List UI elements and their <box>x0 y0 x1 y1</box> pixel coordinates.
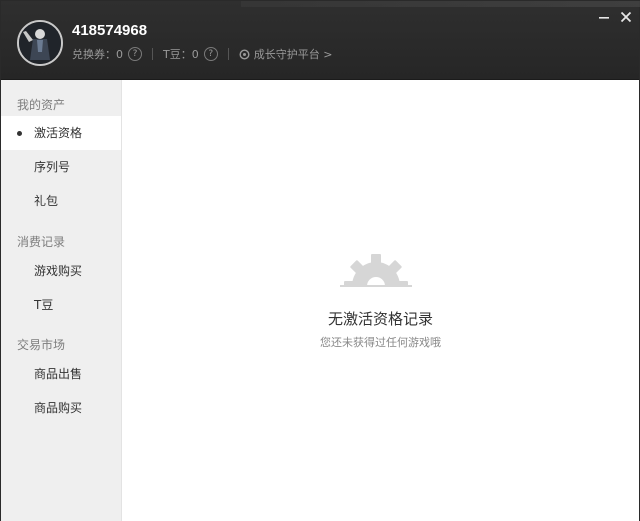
sidebar-item-label: T豆 <box>34 298 54 312</box>
sidebar-item-label: 商品购买 <box>34 401 83 415</box>
sidebar-item-label: 游戏购买 <box>34 264 83 278</box>
sidebar-item-tdou[interactable]: T豆 <box>1 288 121 322</box>
sidebar-item-label: 激活资格 <box>34 126 83 140</box>
empty-state-title: 无激活资格记录 <box>327 310 433 328</box>
sidebar-item-label: 礼包 <box>34 194 59 208</box>
main-content: 无激活资格记录 您还未获得过任何游戏哦 <box>122 80 639 521</box>
stats-row: 兑换券：0 ? T豆：0 ? 成长守护平台 > <box>72 47 332 61</box>
sidebar-item-label: 序列号 <box>34 160 71 174</box>
group-title-assets: 我的资产 <box>17 98 66 112</box>
active-bullet-icon <box>17 131 22 136</box>
group-title-market: 交易市场 <box>17 338 66 352</box>
tdou-stat: T豆：0 ? <box>163 46 218 62</box>
growth-link[interactable]: 成长守护平台 > <box>239 46 333 62</box>
guard-icon <box>239 48 250 60</box>
close-icon[interactable] <box>619 10 633 24</box>
coupon-help-icon[interactable]: ? <box>128 47 142 61</box>
sidebar-item-gift[interactable]: 礼包 <box>1 184 121 218</box>
sidebar-item-buy[interactable]: 商品购买 <box>1 391 121 425</box>
header: 418574968 兑换券：0 ? T豆：0 ? 成长守护平台 > <box>1 1 640 80</box>
window-controls <box>597 10 633 24</box>
sidebar-item-game-purchase[interactable]: 游戏购买 <box>1 254 121 288</box>
sidebar: 我的资产 激活资格 序列号 礼包 消费记录 游戏购买 T豆 交易市场 商品出售 … <box>1 80 122 521</box>
group-title-consumption: 消费记录 <box>17 235 66 249</box>
sidebar-item-activation[interactable]: 激活资格 <box>1 116 121 150</box>
divider <box>227 48 229 60</box>
tdou-label: T豆：0 <box>163 48 199 61</box>
tdou-help-icon[interactable]: ? <box>203 47 218 61</box>
avatar-image <box>19 22 61 64</box>
divider <box>152 48 153 60</box>
sidebar-item-serial[interactable]: 序列号 <box>1 150 121 184</box>
username: 418574968 <box>72 22 148 39</box>
sidebar-item-sell[interactable]: 商品出售 <box>1 357 121 391</box>
sidebar-item-label: 商品出售 <box>34 367 83 381</box>
header-decoration <box>241 1 640 7</box>
avatar[interactable] <box>17 20 63 66</box>
coupon-stat: 兑换券：0 ? <box>72 46 142 62</box>
window: 418574968 兑换券：0 ? T豆：0 ? 成长守护平台 > 我的资产 激… <box>0 0 640 521</box>
growth-label: 成长守护平台 > <box>253 48 333 61</box>
empty-state-subtitle: 您还未获得过任何游戏哦 <box>320 336 441 349</box>
minimize-icon[interactable] <box>597 10 611 24</box>
gear-icon <box>336 254 416 290</box>
coupon-label: 兑换券：0 <box>72 48 123 61</box>
